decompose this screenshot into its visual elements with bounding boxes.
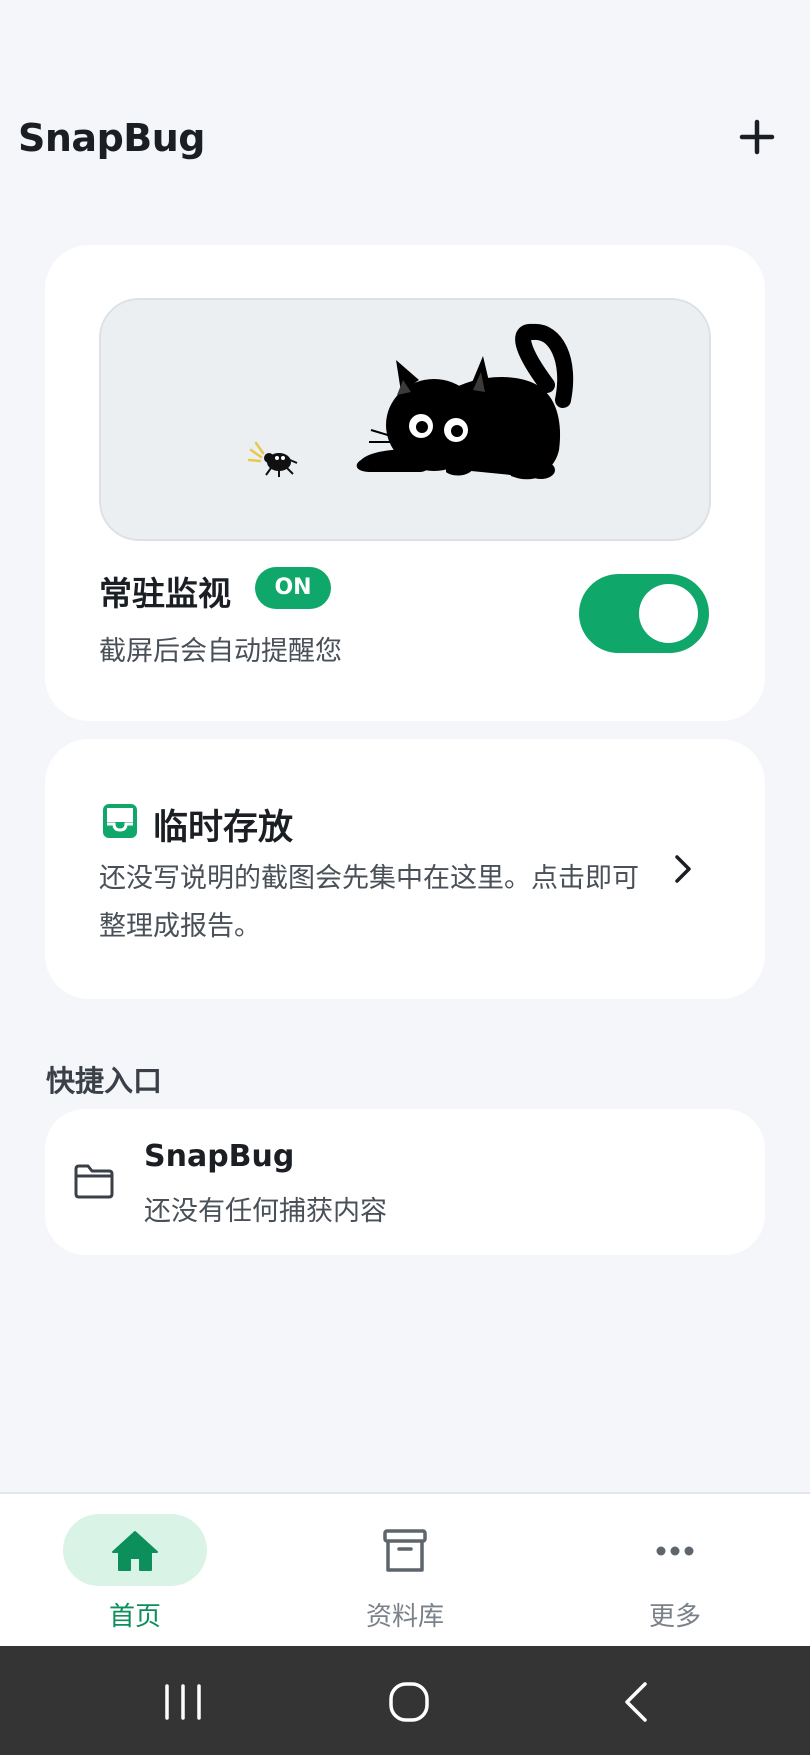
quick-entry-subtitle: 还没有任何捕获内容 [144, 1196, 387, 1227]
nav-more-tab[interactable]: 更多 [575, 1494, 775, 1648]
app-header: SnapBug [0, 0, 810, 200]
nav-more-label: 更多 [648, 1602, 701, 1632]
black-cat-icon [356, 323, 574, 480]
nav-library-tab[interactable]: 资料库 [305, 1494, 505, 1648]
monitor-title: 常驻监视 [99, 574, 231, 613]
cat-illustration [99, 298, 711, 541]
monitor-toggle[interactable] [579, 574, 709, 653]
quick-entry-title: SnapBug [144, 1139, 295, 1174]
bottom-nav: 首页 资料库 更多 [0, 1492, 810, 1646]
add-button[interactable] [732, 112, 782, 162]
temp-storage-description: 还没写说明的截图会先集中在这里。点击即可整理成报告。 [99, 863, 639, 942]
system-nav-bar [0, 1646, 810, 1755]
toggle-knob [639, 584, 698, 643]
quick-entry-label: 快捷入口 [46, 1064, 163, 1098]
more-dots-icon [656, 1546, 694, 1556]
folder-icon [74, 1164, 114, 1199]
nav-home-label: 首页 [108, 1602, 161, 1632]
app-root: SnapBug 常驻监视 ON 截屏后会自动提醒您 临时存放 还没写说明的截图会… [0, 0, 810, 1755]
back-icon[interactable] [607, 1674, 667, 1730]
monitor-card: 常驻监视 ON 截屏后会自动提醒您 [45, 245, 765, 721]
app-title: SnapBug [18, 116, 205, 160]
nav-home-tab[interactable]: 首页 [35, 1494, 235, 1648]
home-icon [112, 1531, 158, 1571]
archive-box-icon [383, 1529, 427, 1572]
recents-icon[interactable] [153, 1674, 213, 1730]
bug-icon [247, 441, 298, 477]
quick-entry-item[interactable]: SnapBug 还没有任何捕获内容 [45, 1109, 765, 1255]
temp-storage-card[interactable]: 临时存放 还没写说明的截图会先集中在这里。点击即可整理成报告。 [45, 739, 765, 999]
temp-storage-title: 临时存放 [153, 808, 294, 848]
chevron-right-icon [675, 855, 691, 883]
nav-library-label: 资料库 [365, 1602, 444, 1632]
monitor-subtitle: 截屏后会自动提醒您 [99, 636, 342, 667]
inbox-tray-icon [103, 804, 137, 838]
plus-icon [739, 119, 775, 155]
home-circle-icon[interactable] [379, 1674, 439, 1730]
status-badge: ON [255, 567, 331, 609]
